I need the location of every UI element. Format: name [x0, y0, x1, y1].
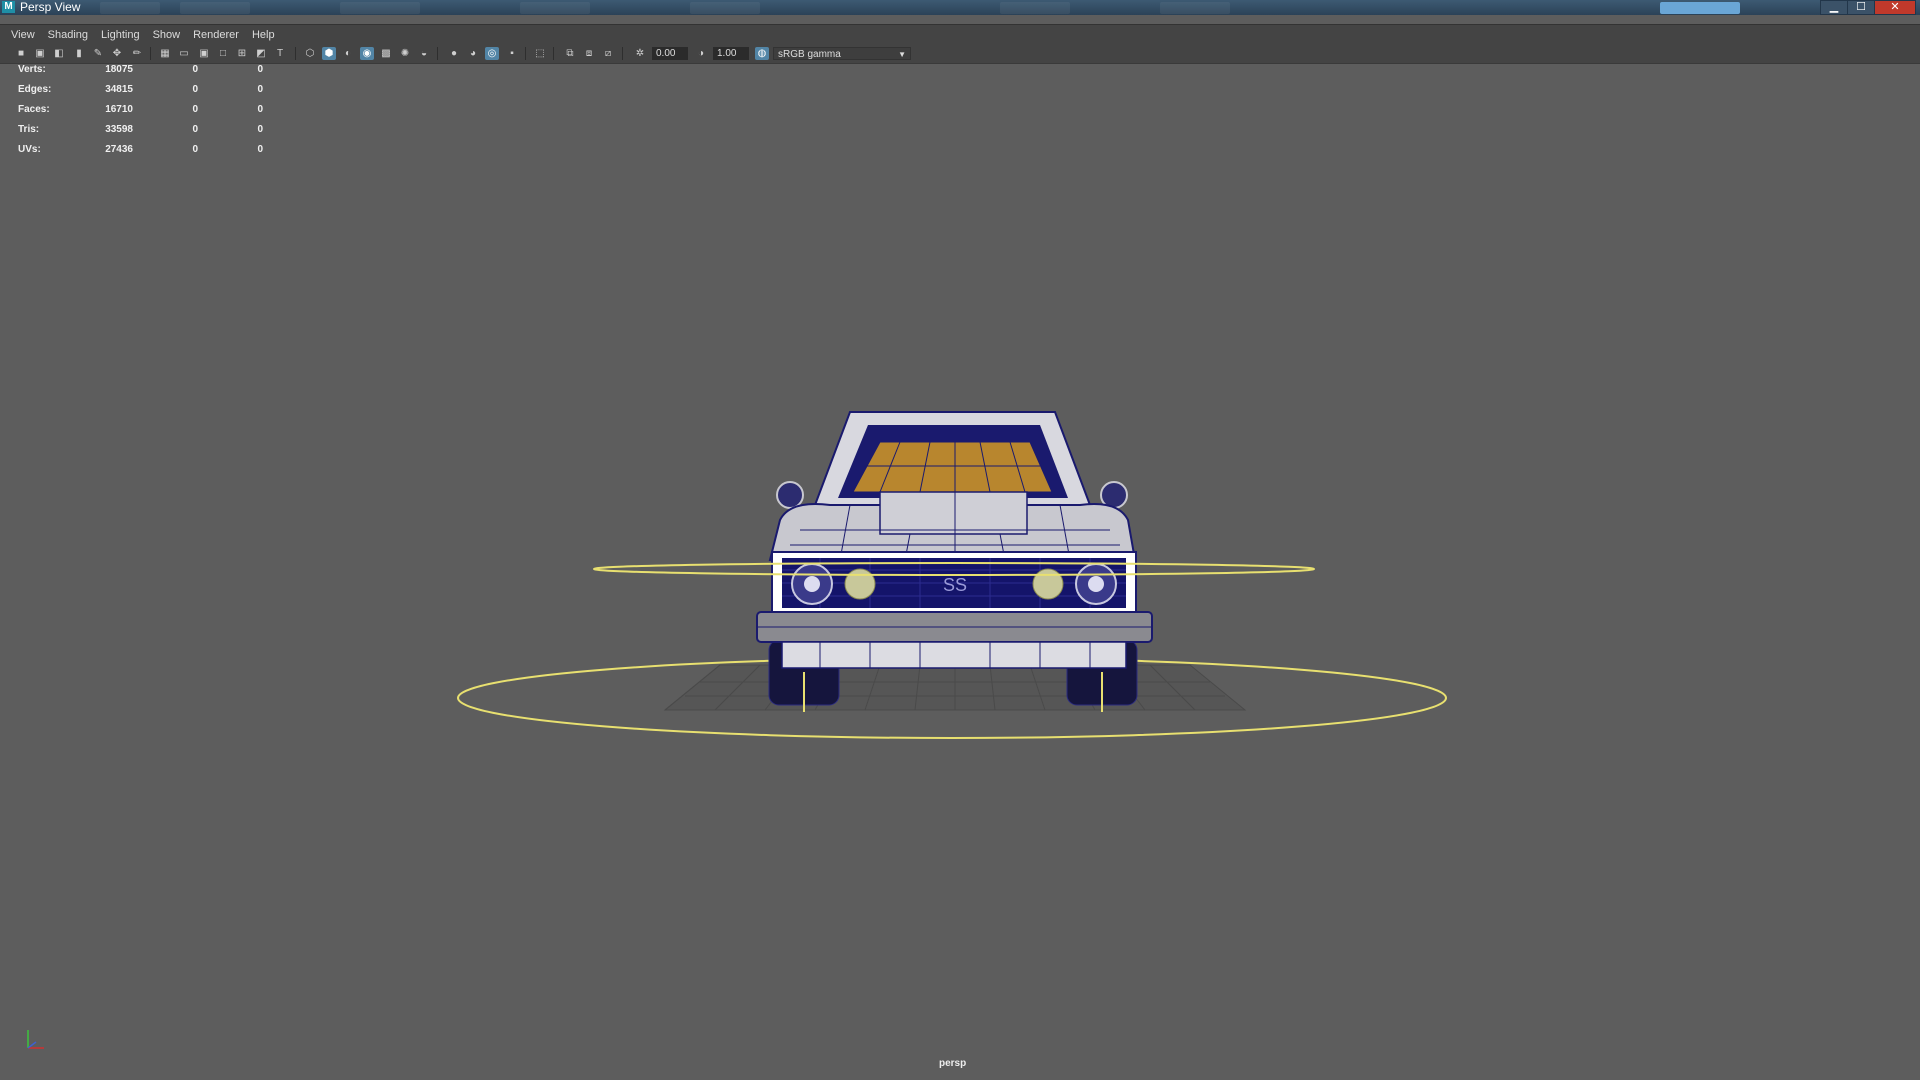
hud-value: 34815: [105, 84, 133, 95]
hud-value: 0: [192, 64, 198, 75]
headlight-outer-right-bulb: [1088, 576, 1104, 592]
hud-value: 0: [192, 124, 198, 135]
view-axis-icon: [27, 1030, 44, 1049]
camera-name-label: persp: [939, 1058, 967, 1069]
hud-value: 0: [257, 124, 263, 135]
hud-value: 0: [192, 104, 198, 115]
hud-value: 0: [192, 144, 198, 155]
hud-value: 0: [192, 84, 198, 95]
hud-value: 0: [257, 104, 263, 115]
mirror-left: [776, 481, 804, 509]
persp-viewport[interactable]: SS: [0, 0, 1920, 1080]
hud-label: Verts:: [18, 64, 46, 75]
ss-badge: SS: [943, 575, 967, 595]
hud-label: Faces:: [18, 104, 50, 115]
hud-value: 27436: [105, 144, 133, 155]
hud-value: 0: [257, 64, 263, 75]
headlight-inner-right: [1032, 568, 1064, 600]
hud-value: 0: [257, 84, 263, 95]
hud-value: 18075: [105, 64, 133, 75]
hud-value: 16710: [105, 104, 133, 115]
lower-valance: [781, 641, 1127, 669]
hud-label: Tris:: [18, 124, 40, 135]
hud-value: 0: [257, 144, 263, 155]
hood-scoop: [879, 491, 1028, 535]
headlight-outer-left-bulb: [804, 576, 820, 592]
hud-label: UVs:: [18, 144, 41, 155]
car-model[interactable]: SS: [756, 411, 1153, 669]
headlight-inner-left: [844, 568, 876, 600]
hud-value: 33598: [105, 124, 133, 135]
hud-label: Edges:: [18, 84, 52, 95]
ground-grid: [663, 664, 1247, 711]
